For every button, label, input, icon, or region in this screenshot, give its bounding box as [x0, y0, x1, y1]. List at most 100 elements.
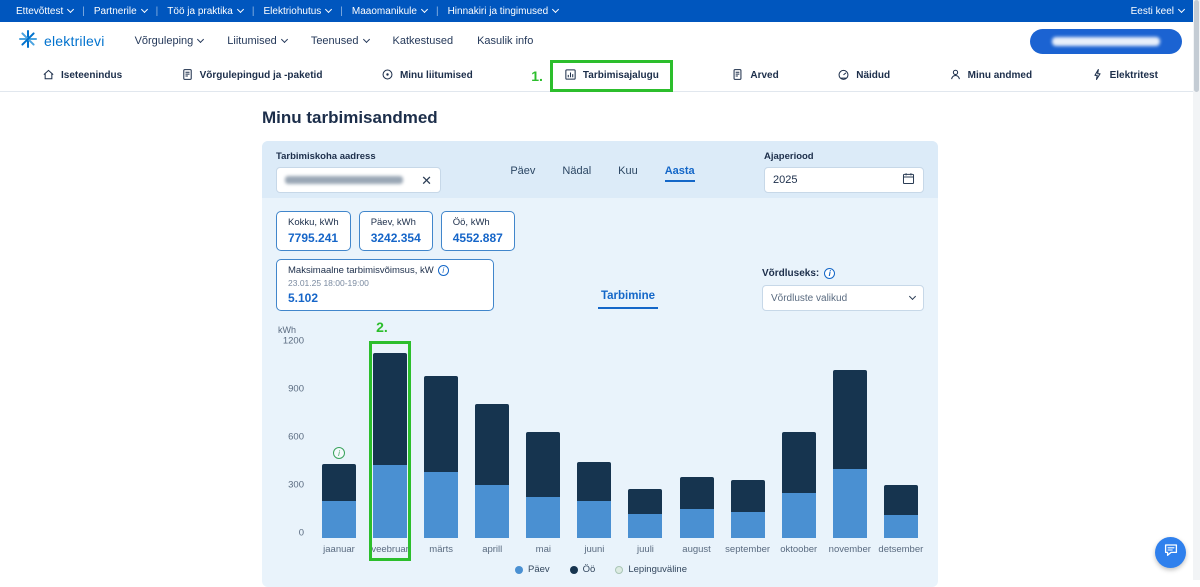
bar-segment-paev[interactable]	[628, 514, 663, 538]
bar-segment-oo[interactable]	[781, 431, 816, 494]
user-account-button[interactable]	[1030, 28, 1182, 54]
period-filter: Ajaperiood 2025	[764, 151, 924, 193]
bar-segment-paev[interactable]	[730, 511, 765, 538]
comparison-select[interactable]: Võrdluste valikud	[761, 285, 924, 311]
stats-row-2: Maksimaalne tarbimisvõimsus, kW i 23.01.…	[276, 259, 924, 311]
card-value: 3242.354	[370, 231, 421, 245]
bar-segment-paev[interactable]	[475, 485, 510, 538]
tab-kuu[interactable]: Kuu	[618, 165, 638, 182]
nav-vorguleping[interactable]: Võrguleping	[134, 35, 205, 47]
nav-liitumised[interactable]: Liitumised	[227, 35, 288, 47]
bar-column-oktoober[interactable]: oktoober	[776, 346, 822, 556]
chevron-down-icon	[280, 35, 288, 44]
page-title: Minu tarbimisandmed	[262, 108, 438, 127]
month-label: oktoober	[780, 544, 818, 555]
topbar-link-maaomanikule[interactable]: Maaomanikule	[352, 6, 428, 17]
topbar-link-label: Partnerile	[93, 5, 137, 17]
bar-segment-oo[interactable]	[577, 462, 612, 502]
topbar-link-elektriohutus[interactable]: Elektriohutus	[263, 6, 333, 17]
subnav-arved[interactable]: Arved	[731, 68, 779, 84]
bar-column-mai[interactable]: mai	[520, 346, 566, 556]
subnav-vorgulepingud[interactable]: Võrgulepingud ja -paketid	[181, 68, 322, 84]
subnav-label: Tarbimisajalugu	[582, 70, 659, 81]
tab-nadal[interactable]: Nädal	[562, 165, 591, 182]
divider: |	[435, 5, 439, 17]
bar-segment-paev[interactable]	[373, 465, 408, 538]
language-selector[interactable]: Eesti keel	[1131, 6, 1186, 17]
max-power-period: 23.01.25 18:00-19:00	[288, 278, 369, 288]
bar-column-august[interactable]: august	[674, 346, 720, 556]
bar-segment-paev[interactable]	[424, 471, 459, 538]
bar-column-aprill[interactable]: aprill	[469, 346, 515, 556]
bar-segment-oo[interactable]	[322, 464, 356, 502]
bar-column-juuli[interactable]: juuli	[622, 346, 668, 556]
info-icon[interactable]: i	[824, 268, 836, 279]
bar-segment-paev[interactable]	[526, 497, 561, 538]
bar-segment-oo[interactable]	[526, 431, 561, 498]
page-scrollbar[interactable]	[1193, 0, 1200, 580]
subnav-tarbimisajalugu[interactable]: Tarbimisajalugu	[564, 68, 659, 84]
year-input[interactable]: 2025	[764, 167, 924, 193]
bar-column-juuni[interactable]: juuni	[571, 346, 617, 556]
info-icon[interactable]: i	[437, 265, 449, 276]
topbar-link-too-ja-praktika[interactable]: Töö ja praktika	[167, 6, 244, 17]
bar-segment-oo[interactable]	[730, 479, 765, 512]
scrollbar-thumb[interactable]	[1194, 0, 1199, 92]
redacted-address	[285, 176, 403, 184]
home-icon	[42, 68, 55, 84]
subnav-minu-andmed[interactable]: Minu andmed	[949, 68, 1032, 84]
summary-cards: Kokku, kWh 7795.241 Päev, kWh 3242.354 Ö…	[276, 211, 924, 251]
nav-label: Võrguleping	[134, 35, 194, 47]
chat-button[interactable]	[1155, 537, 1186, 568]
bar-column-veebruar[interactable]: veebruar 2.	[367, 319, 413, 561]
clear-address-icon[interactable]: ✕	[421, 174, 432, 187]
bar-segment-paev[interactable]	[883, 514, 918, 538]
month-label: veebruar	[371, 544, 409, 555]
bar-segment-paev[interactable]	[781, 493, 816, 538]
bar-segment-oo[interactable]	[679, 477, 714, 510]
bar-segment-oo[interactable]	[883, 485, 918, 515]
address-input[interactable]: ✕	[276, 167, 441, 193]
card-value: 7795.241	[288, 231, 339, 245]
redacted-username	[1052, 36, 1160, 46]
subnav-minu-liitumised[interactable]: Minu liitumised	[381, 68, 473, 84]
bar-column-jaanuar[interactable]: i jaanuar	[316, 346, 362, 556]
user-icon	[949, 68, 962, 84]
consumption-history-icon	[564, 68, 577, 84]
bar-segment-oo[interactable]	[424, 376, 459, 472]
bar-segment-oo[interactable]	[373, 353, 408, 466]
nav-katkestused[interactable]: Katkestused	[393, 35, 454, 47]
tab-aasta[interactable]: Aasta	[664, 165, 695, 182]
bar-segment-paev[interactable]	[679, 509, 714, 538]
tab-paev[interactable]: Päev	[510, 165, 535, 182]
nav-kasulik-info[interactable]: Kasulik info	[477, 35, 533, 47]
bar-segment-paev[interactable]	[577, 501, 612, 538]
month-label: juuni	[584, 544, 605, 555]
comparison-block: Võrdluseks: i Võrdluste valikud	[761, 268, 924, 311]
topbar-link-partnerile[interactable]: Partnerile	[93, 5, 148, 17]
subnav-elektritest[interactable]: Elektritest	[1091, 68, 1158, 84]
topbar-link-ettevottest[interactable]: Ettevõttest	[16, 6, 75, 17]
subnav-label: Minu andmed	[967, 70, 1033, 81]
tab-tarbimine[interactable]: Tarbimine	[597, 290, 659, 309]
bar-segment-oo[interactable]	[628, 489, 663, 514]
month-label: august	[682, 544, 711, 555]
bar-column-november[interactable]: november	[827, 346, 873, 556]
bar-column-september[interactable]: september	[725, 346, 771, 556]
bar-segment-oo[interactable]	[832, 370, 867, 470]
bar-segment-paev[interactable]	[322, 501, 356, 538]
bar-segment-paev[interactable]	[832, 469, 867, 538]
topbar-link-hinnakiri[interactable]: Hinnakiri ja tingimused	[448, 6, 560, 17]
subnav-iseteenindus[interactable]: Iseteenindus	[42, 68, 122, 84]
divider: |	[251, 5, 255, 17]
bar-column-märts[interactable]: märts	[418, 346, 464, 556]
nav-teenused[interactable]: Teenused	[311, 35, 370, 47]
subnav-tarbimisajalugu-group: 1. Tarbimisajalugu	[531, 59, 673, 92]
subnav-naidud[interactable]: Näidud	[837, 68, 890, 84]
calendar-icon[interactable]	[902, 172, 915, 188]
elektrilevi-logo[interactable]: elektrilevi	[18, 29, 105, 54]
bar-segment-oo[interactable]	[475, 403, 510, 486]
info-icon[interactable]: i	[333, 447, 345, 460]
logo-text: elektrilevi	[44, 33, 105, 49]
bar-column-detsember[interactable]: detsember	[878, 346, 924, 556]
